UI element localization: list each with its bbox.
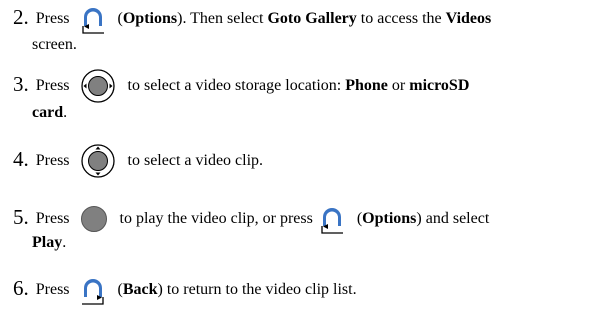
step-bold-term: microSD xyxy=(409,77,470,94)
step-text: . xyxy=(62,234,67,251)
center-select-key-icon xyxy=(80,205,108,233)
navigation-key-left-right-icon xyxy=(80,68,116,104)
step-number: 3. xyxy=(13,72,29,96)
step-press-text: Press xyxy=(35,281,70,298)
step-2-continuation: screen. xyxy=(32,36,77,53)
step-text: to access the xyxy=(356,10,446,27)
step-3: 3. Press to select a video storage locat… xyxy=(13,68,604,104)
step-bold-term: Videos xyxy=(445,10,492,27)
step-text: ) to return to the video clip list. xyxy=(157,281,357,298)
step-press-text: Press xyxy=(35,210,70,227)
step-number: 6. xyxy=(13,276,29,300)
back-soft-key-icon xyxy=(80,278,106,306)
step-text: to select a video clip. xyxy=(127,152,264,169)
step-press-text: Press xyxy=(35,152,70,169)
step-2: 2. Press (Options). Then select Goto Gal… xyxy=(13,7,604,35)
step-bold-term: Play xyxy=(32,234,63,251)
step-bold-term: card xyxy=(32,104,64,121)
step-4: 4. Press to select a video clip. xyxy=(13,143,604,179)
step-text: ). Then select xyxy=(177,10,268,27)
step-5-continuation: Play. xyxy=(32,233,66,253)
step-bold-term: Goto Gallery xyxy=(267,10,357,27)
step-5: 5. Press to play the video clip, or pres… xyxy=(13,205,604,235)
step-text: or xyxy=(387,77,410,94)
step-press-text: Press xyxy=(35,77,70,94)
options-soft-key-icon xyxy=(80,7,106,35)
step-press-text: Press xyxy=(35,10,70,27)
step-number: 5. xyxy=(13,205,29,229)
step-text: to play the video clip, or press xyxy=(119,210,317,227)
step-number: 4. xyxy=(13,147,29,171)
step-6: 6. Press (Back) to return to the video c… xyxy=(13,278,604,306)
step-text: ) and select xyxy=(416,210,490,227)
step-bold-term: Back xyxy=(122,281,158,298)
step-text: . xyxy=(63,104,68,121)
step-text: to select a video storage location: xyxy=(127,77,346,94)
step-number: 2. xyxy=(13,5,29,29)
navigation-key-up-down-icon xyxy=(80,143,116,179)
options-soft-key-icon xyxy=(319,207,345,235)
step-bold-term: Phone xyxy=(345,77,388,94)
step-bold-term: Options xyxy=(122,10,178,27)
step-bold-term: Options xyxy=(362,210,417,227)
step-3-continuation: card. xyxy=(32,103,67,123)
